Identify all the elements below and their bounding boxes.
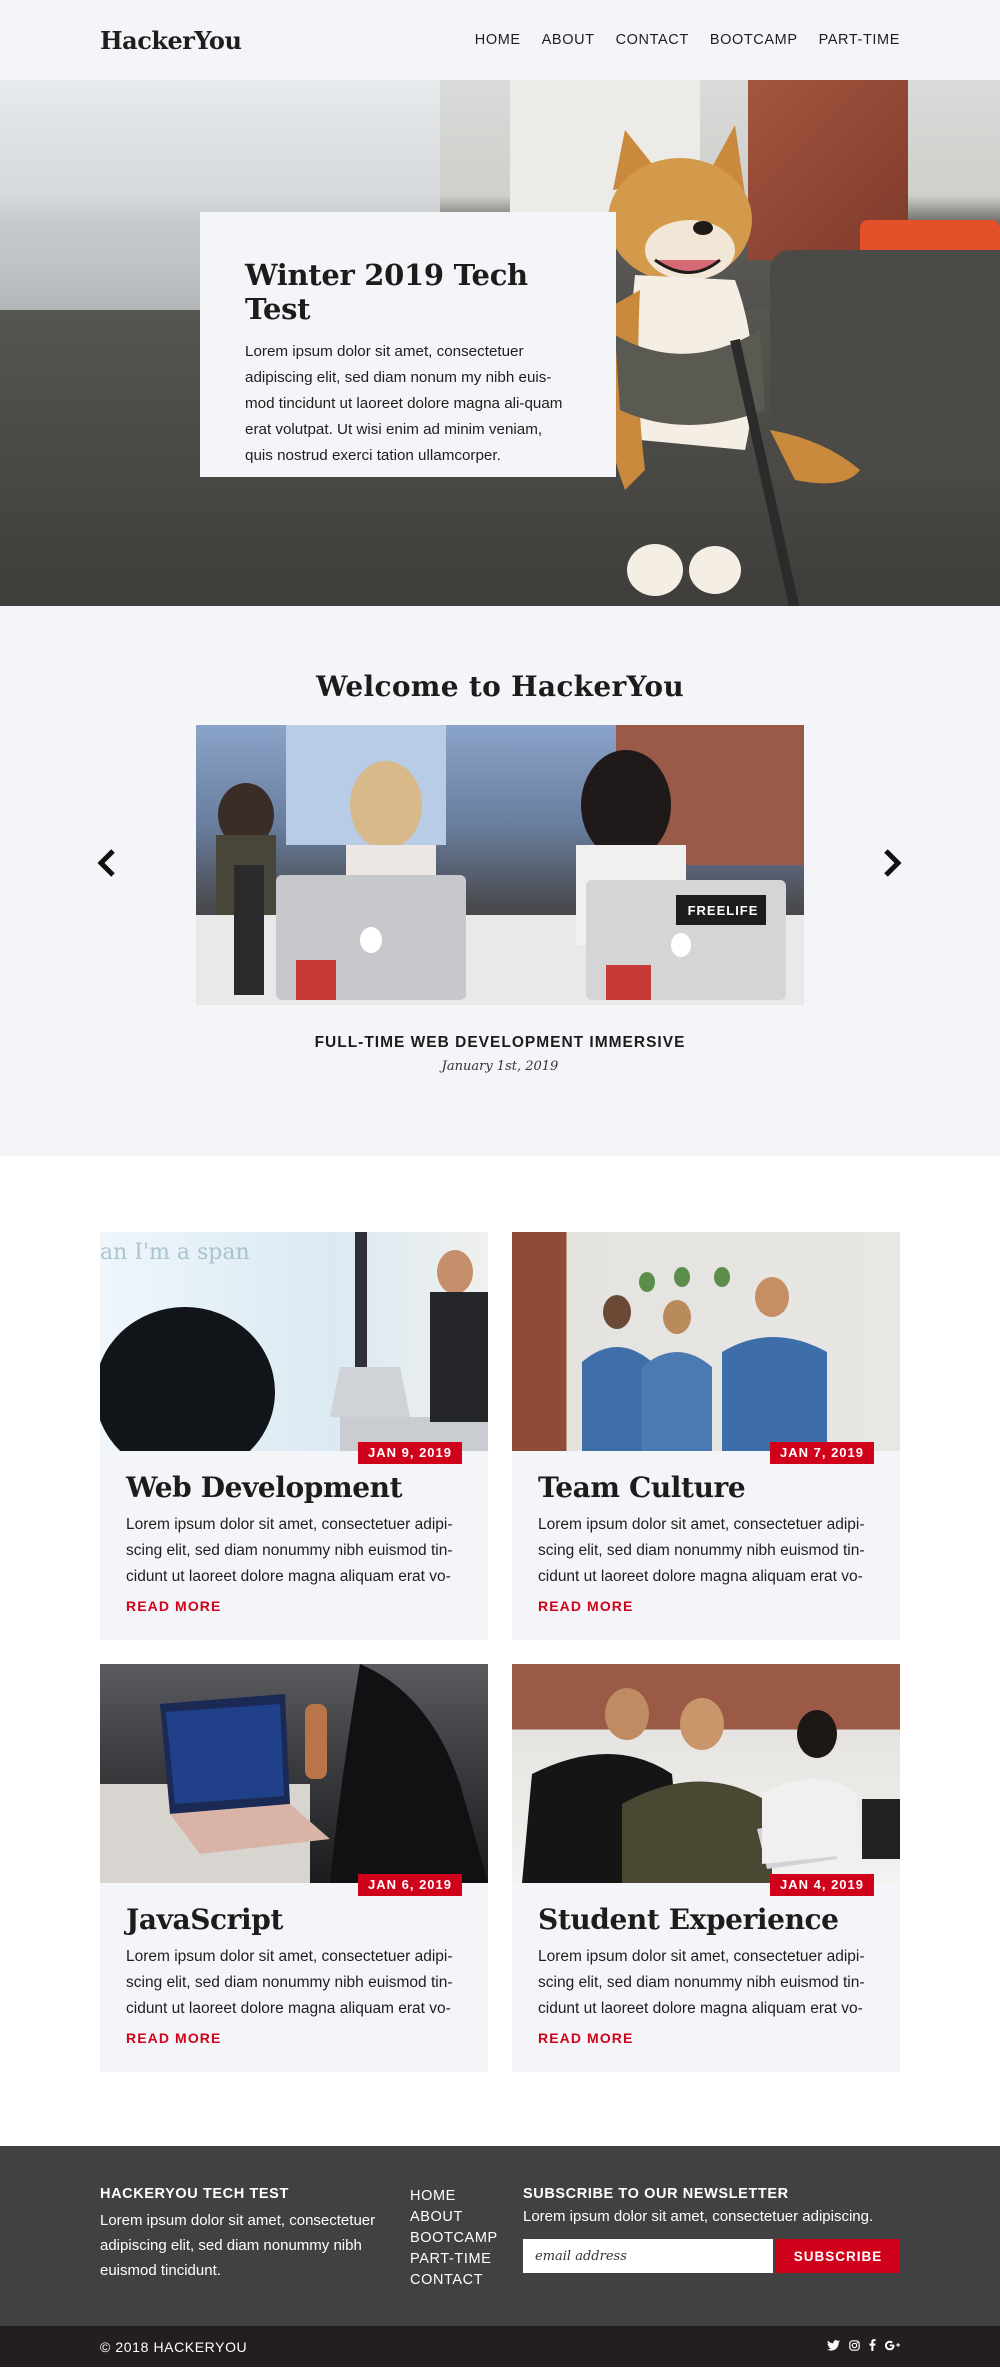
footer-nav: HOME ABOUT BOOTCAMP PART-TIME CONTACT: [410, 2186, 523, 2291]
post-image-overlay-text: an I'm a span: [100, 1240, 250, 1265]
team-culture-illustration: [582, 1267, 827, 1451]
post-card[interactable]: an I'm a span JAN 9, 2019 Web Developmen…: [100, 1232, 488, 1640]
post-date-badge: JAN 6, 2019: [358, 1874, 462, 1896]
footer-about-text: Lorem ipsum dolor sit amet, consectetuer…: [100, 2212, 376, 2279]
post-image: [512, 1664, 900, 1883]
newsletter-form: SUBSCRIBE: [523, 2239, 900, 2273]
hero-card: Winter 2019 Tech Test Lorem ipsum dolor …: [200, 212, 616, 477]
post-image: an I'm a span: [100, 1232, 488, 1451]
facebook-icon[interactable]: [869, 2339, 876, 2354]
chevron-right-icon[interactable]: [876, 843, 906, 883]
carousel: FREELIFE: [0, 725, 1000, 1005]
slide-date: January 1st, 2019: [441, 1059, 559, 1074]
post-excerpt: Lorem ipsum dolor sit amet, consectetuer…: [126, 1516, 453, 1585]
post-grid: an I'm a span JAN 9, 2019 Web Developmen…: [100, 1232, 900, 2072]
post-excerpt: Lorem ipsum dolor sit amet, consectetuer…: [538, 1948, 865, 2017]
post-date-badge: JAN 7, 2019: [770, 1442, 874, 1464]
main-nav: HOME ABOUT CONTACT BOOTCAMP PART-TIME: [475, 32, 900, 48]
footer-about: HACKERYOU TECH TEST Lorem ipsum dolor si…: [100, 2186, 410, 2291]
nav-about[interactable]: ABOUT: [542, 32, 595, 48]
post-date-badge: JAN 4, 2019: [770, 1874, 874, 1896]
hero-text: Lorem ipsum dolor sit amet, consectetuer…: [245, 343, 563, 464]
newsletter: SUBSCRIBE TO OUR NEWSLETTER Lorem ipsum …: [523, 2186, 900, 2291]
post-card[interactable]: JAN 7, 2019 Team Culture Lorem ipsum dol…: [512, 1232, 900, 1640]
post-title[interactable]: Web Development: [126, 1471, 462, 1504]
footer: HACKERYOU TECH TEST Lorem ipsum dolor si…: [0, 2146, 1000, 2326]
social-links: [827, 2339, 900, 2354]
welcome-heading: Welcome to HackerYou: [315, 670, 685, 703]
newsletter-heading: SUBSCRIBE TO OUR NEWSLETTER: [523, 2186, 789, 2202]
read-more-link[interactable]: READ MORE: [126, 2030, 221, 2046]
footer-link-contact[interactable]: CONTACT: [410, 2270, 523, 2291]
copyright: © 2018 HACKERYOU: [100, 2338, 248, 2355]
student-experience-illustration: [522, 1688, 900, 1883]
laptop-sticker: FREELIFE: [687, 903, 759, 918]
slide-title: FULL-TIME WEB DEVELOPMENT IMMERSIVE: [314, 1034, 686, 1051]
footer-about-heading: HACKERYOU TECH TEST: [100, 2186, 289, 2202]
footer-link-about[interactable]: ABOUT: [410, 2207, 523, 2228]
read-more-link[interactable]: READ MORE: [126, 1598, 221, 1614]
javascript-illustration: [100, 1664, 488, 1883]
footer-link-home[interactable]: HOME: [410, 2186, 523, 2207]
hero: Winter 2019 Tech Test Lorem ipsum dolor …: [0, 80, 1000, 606]
post-title[interactable]: JavaScript: [126, 1903, 462, 1936]
post-title[interactable]: Student Experience: [538, 1903, 874, 1936]
nav-contact[interactable]: CONTACT: [616, 32, 689, 48]
post-image: [512, 1232, 900, 1451]
nav-home[interactable]: HOME: [475, 32, 521, 48]
post-excerpt: Lorem ipsum dolor sit amet, consectetuer…: [538, 1516, 865, 1585]
instagram-icon[interactable]: [849, 2339, 860, 2354]
subscribe-button[interactable]: SUBSCRIBE: [776, 2239, 900, 2273]
chevron-left-icon[interactable]: [93, 843, 123, 883]
post-image: [100, 1664, 488, 1883]
students-laptops-illustration: [196, 725, 804, 1005]
hero-title: Winter 2019 Tech Test: [245, 258, 528, 326]
newsletter-text: Lorem ipsum dolor sit amet, consectetuer…: [523, 2208, 874, 2225]
footer-link-bootcamp[interactable]: BOOTCAMP: [410, 2228, 523, 2249]
welcome-section: Welcome to HackerYou FREELIFE FULL-TIME …: [0, 606, 1000, 1156]
carousel-slide-image: FREELIFE: [196, 725, 804, 1005]
blog-section: an I'm a span JAN 9, 2019 Web Developmen…: [0, 1156, 1000, 2146]
nav-part-time[interactable]: PART-TIME: [819, 32, 900, 48]
post-title[interactable]: Team Culture: [538, 1471, 874, 1504]
post-excerpt: Lorem ipsum dolor sit amet, consectetuer…: [126, 1948, 453, 2017]
twitter-icon[interactable]: [827, 2339, 840, 2354]
email-input[interactable]: [523, 2239, 773, 2273]
nav-bootcamp[interactable]: BOOTCAMP: [710, 32, 798, 48]
footer-link-part-time[interactable]: PART-TIME: [410, 2249, 523, 2270]
read-more-link[interactable]: READ MORE: [538, 2030, 633, 2046]
post-card[interactable]: JAN 6, 2019 JavaScript Lorem ipsum dolor…: [100, 1664, 488, 2072]
post-date-badge: JAN 9, 2019: [358, 1442, 462, 1464]
hero-dog-image: [602, 125, 860, 606]
read-more-link[interactable]: READ MORE: [538, 1598, 633, 1614]
google-plus-icon[interactable]: [885, 2340, 900, 2354]
bottom-bar: © 2018 HACKERYOU: [0, 2326, 1000, 2367]
post-card[interactable]: JAN 4, 2019 Student Experience Lorem ips…: [512, 1664, 900, 2072]
logo[interactable]: HackerYou: [100, 26, 242, 55]
site-header: HackerYou HOME ABOUT CONTACT BOOTCAMP PA…: [0, 0, 1000, 80]
